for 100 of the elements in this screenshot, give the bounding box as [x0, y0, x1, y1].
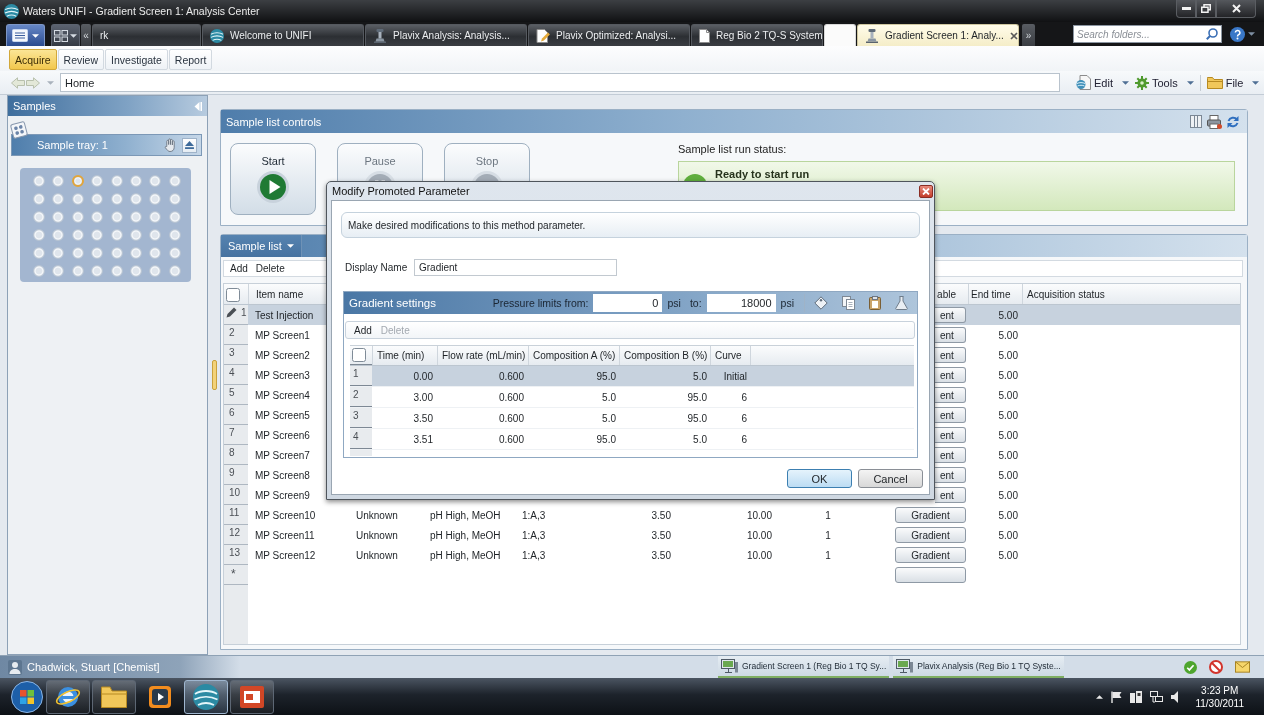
menu-button[interactable]: [6, 24, 45, 46]
caret-icon[interactable]: [47, 80, 54, 85]
method-button[interactable]: ent: [935, 327, 966, 343]
method-button[interactable]: ent: [935, 367, 966, 383]
well-icon[interactable]: [168, 265, 181, 277]
method-button[interactable]: [895, 567, 966, 583]
column-header[interactable]: Composition B (%): [619, 346, 710, 365]
well-icon[interactable]: [149, 211, 162, 223]
pressure-from-field[interactable]: 0: [593, 294, 663, 312]
sample-list-dropdown[interactable]: Sample list: [221, 235, 302, 257]
well-icon[interactable]: [91, 229, 104, 241]
method-button[interactable]: Gradient: [895, 507, 966, 523]
checkbox[interactable]: [226, 288, 240, 302]
search-icon[interactable]: [1206, 28, 1218, 40]
column-header[interactable]: Time (min): [372, 346, 437, 365]
method-button[interactable]: ent: [935, 427, 966, 443]
well-icon[interactable]: [33, 247, 45, 259]
well-icon[interactable]: [168, 247, 181, 259]
refresh-icon[interactable]: [1227, 114, 1239, 129]
add-button[interactable]: Add: [230, 263, 248, 274]
clock-time[interactable]: 3:23 PM: [1201, 684, 1239, 696]
well-icon[interactable]: [52, 229, 65, 241]
well-icon[interactable]: [33, 265, 45, 277]
close-button[interactable]: [919, 184, 933, 198]
well-icon[interactable]: [91, 211, 104, 223]
well-icon[interactable]: [52, 193, 65, 205]
check-circle-icon[interactable]: [1184, 660, 1197, 674]
well-icon[interactable]: [149, 265, 162, 277]
well-icon[interactable]: [110, 211, 123, 223]
tab[interactable]: Report: [168, 49, 213, 70]
well-icon[interactable]: [52, 175, 65, 187]
task-item[interactable]: Plavix Analysis (Reg Bio 1 TQ Syste...: [893, 656, 1064, 678]
tab[interactable]: Reg Bio 2 TQ-S System: [691, 24, 823, 46]
column-header[interactable]: Item name: [248, 284, 350, 304]
column-header[interactable]: Composition A (%): [528, 346, 619, 365]
maximize-button[interactable]: [1196, 0, 1216, 18]
close-button[interactable]: [1216, 0, 1256, 18]
task-item[interactable]: Gradient Screen 1 (Reg Bio 1 TQ Sy...: [718, 656, 890, 678]
close-icon[interactable]: [1009, 31, 1018, 40]
well-icon[interactable]: [149, 175, 162, 187]
well-icon[interactable]: [129, 175, 142, 187]
tab[interactable]: Gradient Screen 1: Analy...: [857, 24, 1019, 46]
well-icon[interactable]: [110, 247, 123, 259]
well-icon[interactable]: [129, 265, 142, 277]
address-field[interactable]: Home: [60, 73, 1060, 92]
well-icon[interactable]: [91, 247, 104, 259]
eject-button[interactable]: [182, 137, 197, 153]
network-icon[interactable]: [1150, 690, 1164, 703]
collapse-icon[interactable]: [194, 101, 202, 111]
scroll-right-button[interactable]: »: [1022, 24, 1035, 46]
well-icon[interactable]: [91, 175, 104, 187]
well-icon[interactable]: [168, 229, 181, 241]
menu-button[interactable]: Edit: [1076, 75, 1129, 90]
back-arrow-icon[interactable]: [11, 76, 25, 89]
clock-date[interactable]: 11/30/2011: [1195, 697, 1244, 709]
columns-icon[interactable]: [1190, 115, 1202, 128]
tag-icon[interactable]: [814, 296, 828, 310]
well-icon[interactable]: [149, 193, 162, 205]
menu-button[interactable]: Tools: [1134, 75, 1194, 90]
column-header[interactable]: Curve: [710, 346, 750, 365]
search-field[interactable]: Search folders...: [1073, 25, 1222, 43]
method-button[interactable]: ent: [935, 487, 966, 503]
minimize-button[interactable]: [1176, 0, 1196, 18]
table-row[interactable]: 1 0.00 0.600 95.0 5.0 Initial: [350, 366, 914, 387]
well-icon[interactable]: [91, 193, 104, 205]
method-button[interactable]: Gradient: [895, 527, 966, 543]
scroll-left-button[interactable]: «: [81, 24, 91, 46]
ok-button[interactable]: OK: [787, 469, 852, 488]
well-icon[interactable]: [168, 175, 181, 187]
taskbar-button[interactable]: [230, 679, 274, 714]
tab[interactable]: Plavix Analysis: Analysis...: [365, 24, 527, 46]
blank-tab[interactable]: [824, 24, 856, 46]
well-icon[interactable]: [33, 193, 45, 205]
envelope-icon[interactable]: [1235, 661, 1250, 673]
well-icon[interactable]: [33, 229, 45, 241]
paste-icon[interactable]: [869, 296, 881, 310]
well-icon[interactable]: [129, 229, 142, 241]
table-row[interactable]: 4 3.51 0.600 95.0 5.0 6: [350, 429, 914, 450]
forward-arrow-icon[interactable]: [26, 76, 40, 89]
well-icon[interactable]: [71, 193, 84, 205]
well-icon[interactable]: [129, 211, 142, 223]
tab[interactable]: Plavix Optimized: Analysi...: [528, 24, 690, 46]
well-icon[interactable]: [110, 193, 123, 205]
well-icon[interactable]: [71, 247, 84, 259]
printer-icon[interactable]: [1207, 114, 1222, 129]
well-icon[interactable]: [71, 229, 84, 241]
well-icon[interactable]: [149, 247, 162, 259]
well-icon[interactable]: [71, 265, 84, 277]
splitter-handle[interactable]: [211, 360, 217, 390]
method-button[interactable]: Gradient: [895, 547, 966, 563]
well-icon[interactable]: [71, 175, 84, 187]
column-header[interactable]: Acquisition status: [1022, 284, 1240, 304]
no-entry-icon[interactable]: [1209, 660, 1223, 674]
cancel-button[interactable]: Cancel: [858, 469, 923, 488]
delete-button[interactable]: Delete: [255, 263, 285, 274]
table-row[interactable]: 3 3.50 0.600 5.0 95.0 6: [350, 408, 914, 429]
table-row[interactable]: 2 3.00 0.600 5.0 95.0 6: [350, 387, 914, 408]
flask-icon[interactable]: [895, 296, 908, 310]
checkbox[interactable]: [352, 348, 366, 362]
layout-button[interactable]: [51, 24, 80, 46]
